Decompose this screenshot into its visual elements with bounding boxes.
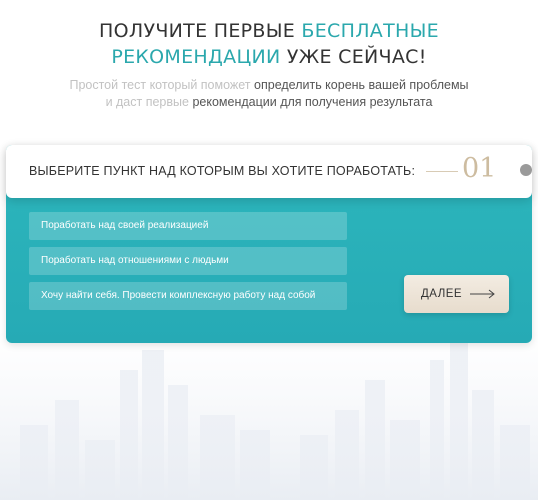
headline-accent-1: БЕСПЛАТНЫЕ <box>301 20 439 42</box>
headline-part-1: ПОЛУЧИТЕ ПЕРВЫЕ <box>99 20 302 42</box>
next-button[interactable]: ДАЛЕЕ <box>404 275 509 313</box>
option-find-yourself[interactable]: Хочу найти себя. Провести комплексную ра… <box>29 282 347 310</box>
subtitle-line1: определить корень вашей проблемы <box>254 78 469 92</box>
next-button-label: ДАЛЕЕ <box>421 288 463 300</box>
scroll-indicator[interactable] <box>520 164 532 176</box>
question-divider <box>426 171 458 172</box>
arrow-right-icon <box>470 289 495 299</box>
city-skyline-background <box>0 330 538 500</box>
page-subtitle: Простой тест который поможет определить … <box>0 77 538 111</box>
headline-part-2: УЖЕ СЕЙЧАС! <box>280 46 427 68</box>
question-bar: ВЫБЕРИТЕ ПУНКТ НАД КОТОРЫМ ВЫ ХОТИТЕ ПОР… <box>6 145 532 198</box>
option-self-realization[interactable]: Поработать над своей реализацией <box>29 212 347 240</box>
subtitle-line2: рекомендации для получения результата <box>192 95 433 109</box>
question-text: ВЫБЕРИТЕ ПУНКТ НАД КОТОРЫМ ВЫ ХОТИТЕ ПОР… <box>29 164 416 178</box>
headline-accent-2: РЕКОМЕНДАЦИИ <box>111 46 281 68</box>
subtitle-line1-faded: Простой тест который поможет <box>69 78 255 92</box>
option-relationships[interactable]: Поработать над отношениями с людьми <box>29 247 347 275</box>
subtitle-line2-faded: и даст первые <box>105 95 193 109</box>
question-number: 01 <box>462 153 497 184</box>
page-headline: ПОЛУЧИТЕ ПЕРВЫЕ БЕСПЛАТНЫЕ РЕКОМЕНДАЦИИ … <box>0 18 538 70</box>
